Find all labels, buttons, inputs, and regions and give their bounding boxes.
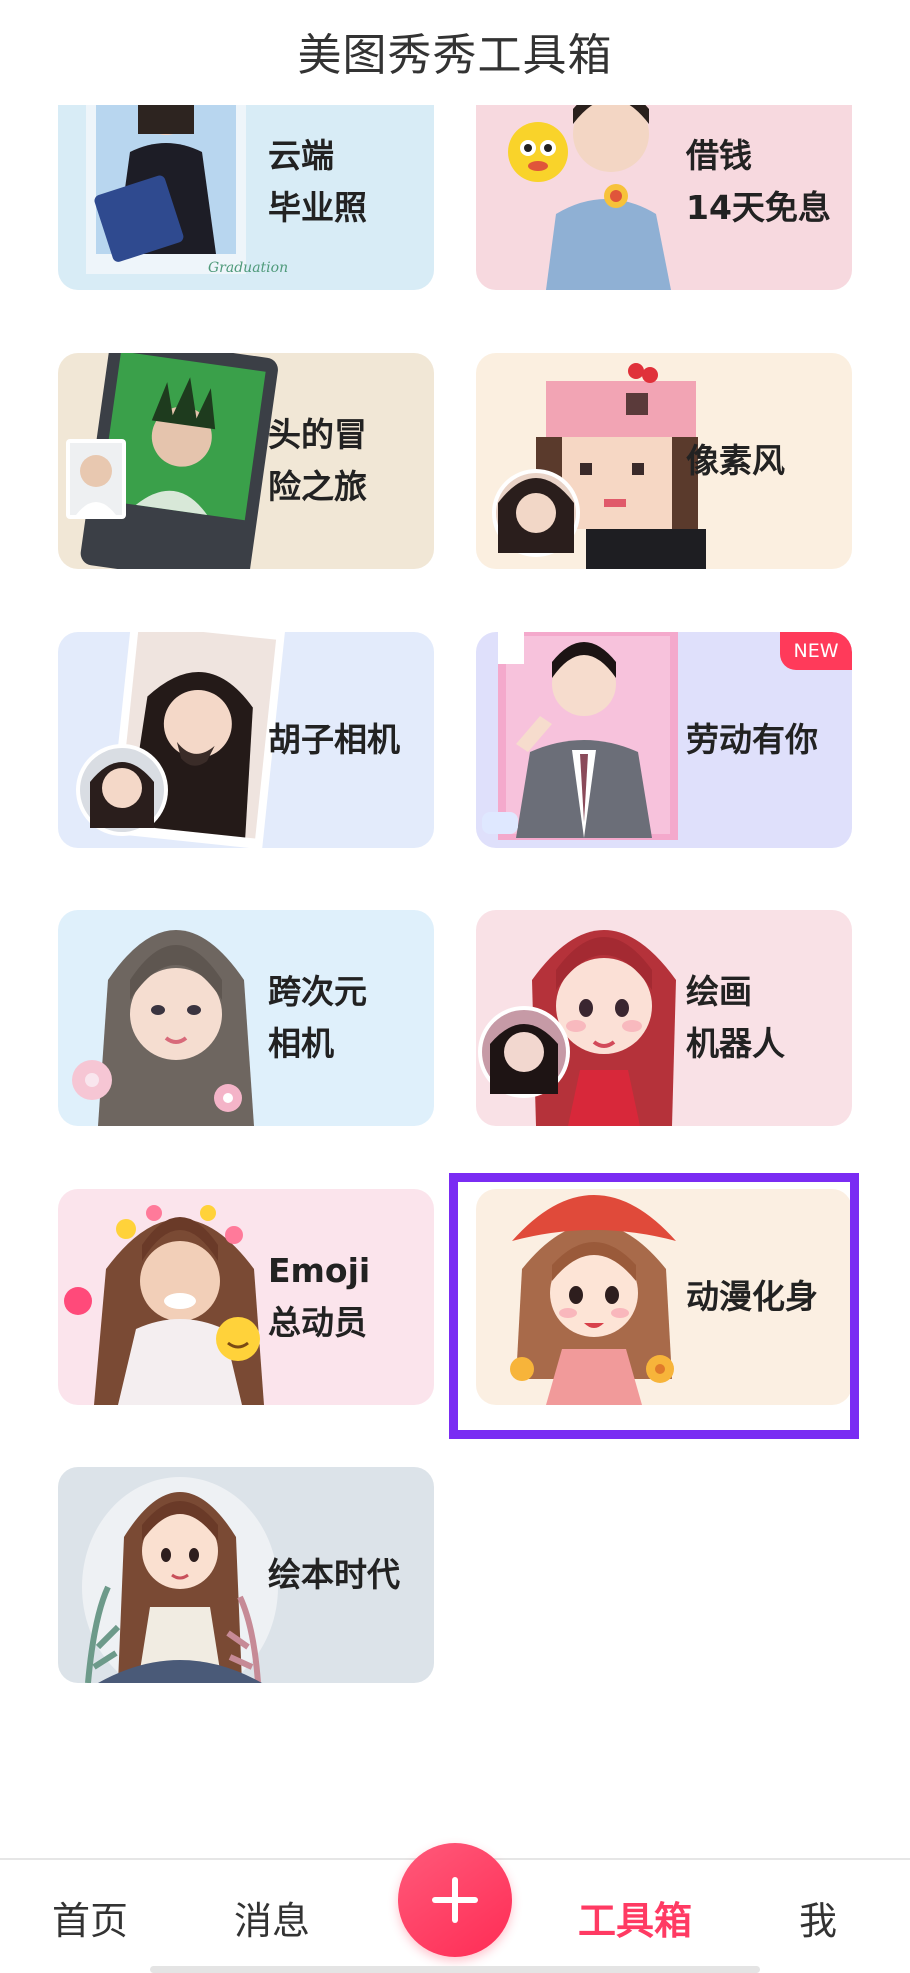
home-indicator: [150, 1966, 760, 1973]
tool-label: Emoji 总动员: [268, 1251, 371, 1342]
tool-label: 动漫化身: [686, 1277, 818, 1316]
create-button[interactable]: [398, 1843, 512, 1957]
tool-label: 头的冒 险之旅: [268, 415, 367, 506]
page-title: 美图秀秀工具箱: [297, 29, 613, 81]
tool-label: 胡子相机: [268, 720, 400, 759]
tool-card-beard-camera[interactable]: 胡子相机: [58, 632, 434, 848]
tab-me[interactable]: 我: [778, 1860, 858, 1973]
plus-icon: [432, 1877, 478, 1923]
tool-card-anime-avatar[interactable]: 动漫化身: [476, 1189, 852, 1405]
tool-card-drawing-robot[interactable]: 绘画 机器人: [476, 910, 852, 1126]
tab-toolbox[interactable]: 工具箱: [560, 1860, 710, 1973]
tool-card-pixel-style[interactable]: 像素风: [476, 353, 852, 569]
header: 美图秀秀工具箱: [0, 0, 910, 105]
tool-card-loan[interactable]: 借钱 14天免息: [476, 74, 852, 290]
toolbox-page: 美图秀秀工具箱 Graduation 云端 毕业照 借钱 14天免息 头的冒 险…: [0, 0, 910, 1973]
tool-card-emoji[interactable]: Emoji 总动员: [58, 1189, 434, 1405]
tool-label: 绘画 机器人: [686, 972, 785, 1063]
tool-label: 像素风: [686, 441, 785, 480]
tab-home[interactable]: 首页: [40, 1860, 140, 1973]
tab-messages[interactable]: 消息: [222, 1860, 322, 1973]
tool-label: 跨次元 相机: [268, 972, 367, 1063]
tool-label: 绘本时代: [268, 1555, 400, 1594]
tool-card-cross-dimension[interactable]: 跨次元 相机: [58, 910, 434, 1126]
tool-card-picture-book[interactable]: 绘本时代: [58, 1467, 434, 1683]
tool-label: 劳动有你: [686, 720, 818, 759]
tool-card-head-adventure[interactable]: 头的冒 险之旅: [58, 353, 434, 569]
tool-card-labor-day[interactable]: NEW 劳动有你: [476, 632, 852, 848]
tool-label: 云端 毕业照: [268, 136, 367, 227]
tool-label: 借钱 14天免息: [686, 136, 831, 227]
tool-card-cloud-graduation[interactable]: Graduation 云端 毕业照: [58, 74, 434, 290]
